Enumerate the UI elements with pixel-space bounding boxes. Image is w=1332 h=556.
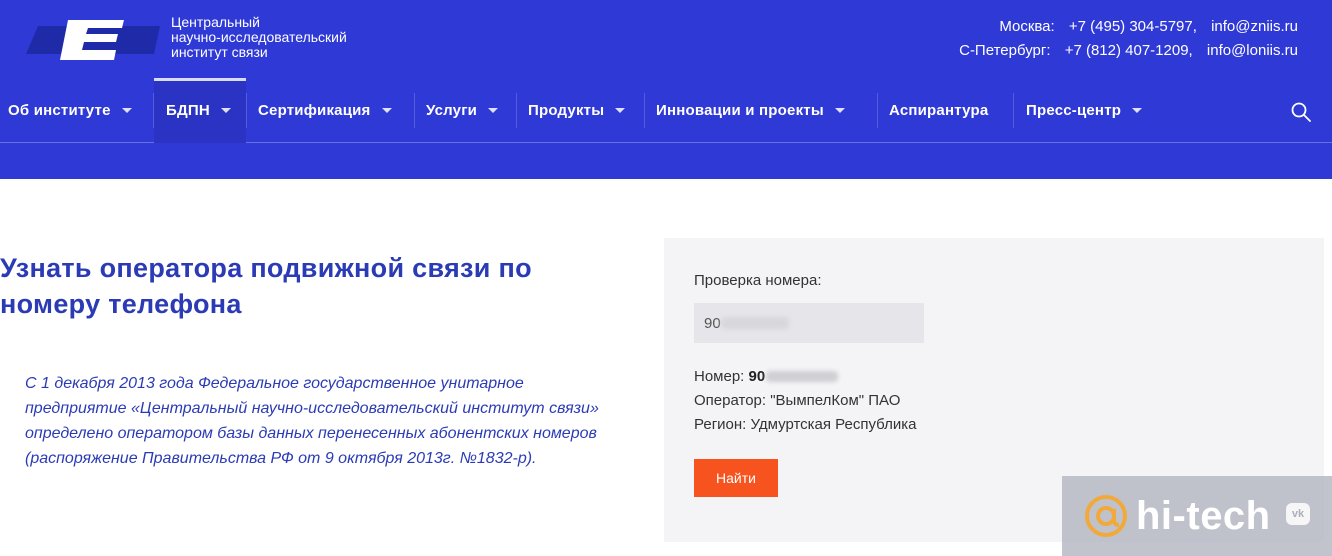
contact-phone[interactable]: +7 (495) 304-5797, [1069, 18, 1197, 35]
vk-icon: vk [1286, 503, 1310, 525]
nav-item-press-center[interactable]: Пресс-центр [1026, 78, 1143, 143]
hi-tech-watermark: hi-tech vk [1062, 476, 1332, 556]
nav-item-label: Аспирантура [889, 102, 989, 119]
page-title-line: Узнать оператора подвижной связи по [0, 253, 532, 283]
intro-line: С 1 декабря 2013 года Федеральное госуда… [25, 375, 524, 392]
result-number-value: 90 [748, 368, 766, 385]
result-operator: Оператор: "ВымпелКом" ПАО [694, 389, 916, 413]
intro-text: С 1 декабря 2013 года Федеральное госуда… [25, 371, 635, 471]
nav-divider [644, 93, 645, 128]
logo-line: Центральный [171, 14, 260, 30]
chevron-down-icon [1132, 108, 1143, 113]
page-title-line: номеру телефона [0, 289, 242, 319]
site-header: Центральный научно-исследовательский инс… [0, 0, 1332, 179]
chevron-down-icon [488, 108, 499, 113]
page-title: Узнать оператора подвижной связи по номе… [0, 250, 650, 322]
check-label: Проверка номера: [694, 272, 822, 289]
logo-line: научно-исследовательский [171, 29, 347, 45]
nav-item-about[interactable]: Об институте [8, 78, 132, 143]
redacted-digits [766, 371, 839, 382]
nav-divider [877, 93, 878, 128]
nav-item-label: БДПН [166, 102, 210, 119]
nav-divider [516, 93, 517, 128]
chevron-down-icon [834, 108, 845, 113]
find-button[interactable]: Найти [694, 459, 778, 497]
at-sign-icon [1085, 495, 1127, 537]
check-result: Номер: 90 Оператор: "ВымпелКом" ПАО Реги… [694, 365, 916, 437]
intro-line: (распоряжение Правительства РФ от 9 октя… [25, 450, 537, 467]
nav-divider [246, 93, 247, 128]
contact-email[interactable]: info@zniis.ru [1211, 18, 1298, 35]
contact-spb: С-Петербург: +7 (812) 407-1209, info@lon… [959, 39, 1298, 63]
watermark-text: hi-tech [1136, 493, 1271, 538]
intro-line: определено оператором базы данных перене… [25, 425, 597, 442]
nav-item-label: Об институте [8, 102, 111, 119]
chevron-down-icon [220, 108, 231, 113]
nav-item-label: Продукты [528, 102, 605, 119]
logo-text[interactable]: Центральный научно-исследовательский инс… [171, 15, 347, 60]
nav-item-certification[interactable]: Сертификация [258, 78, 392, 143]
chevron-down-icon [381, 108, 392, 113]
chevron-down-icon [615, 108, 626, 113]
nav-item-label: Пресс-центр [1026, 102, 1122, 119]
nav-divider [414, 93, 415, 128]
nav-item-bdpn[interactable]: БДПН [154, 78, 246, 143]
redacted-digits [721, 317, 789, 329]
intro-line: предприятие «Центральный научно-исследов… [25, 400, 599, 417]
nav-item-label: Услуги [426, 102, 478, 119]
nav-item-innovations[interactable]: Инновации и проекты [656, 78, 845, 143]
result-number-label: Номер: [694, 368, 745, 385]
nav-item-services[interactable]: Услуги [426, 78, 499, 143]
result-number: Номер: 90 [694, 365, 916, 389]
result-operator-label: Оператор: [694, 392, 767, 409]
result-operator-value: "ВымпелКом" ПАО [770, 392, 901, 409]
nav-item-label: Инновации и проекты [656, 102, 824, 119]
chevron-down-icon [121, 108, 132, 113]
nav-item-label: Сертификация [258, 102, 371, 119]
search-icon[interactable] [1290, 101, 1312, 123]
nav-item-products[interactable]: Продукты [528, 78, 626, 143]
nav-divider [1013, 93, 1014, 128]
zniis-logo-icon[interactable] [24, 18, 164, 62]
contact-moscow: Москва: +7 (495) 304-5797, info@zniis.ru [959, 15, 1298, 39]
result-region: Регион: Удмуртская Республика [694, 413, 916, 437]
contact-city: С-Петербург: [959, 42, 1051, 59]
nav-item-postgraduate[interactable]: Аспирантура [889, 78, 988, 143]
contact-email[interactable]: info@loniis.ru [1207, 42, 1298, 59]
result-region-value: Удмуртская Республика [750, 416, 917, 433]
contact-city: Москва: [999, 18, 1055, 35]
result-region-label: Регион: [694, 416, 747, 433]
contact-phone[interactable]: +7 (812) 407-1209, [1065, 42, 1193, 59]
main-nav: Об институте БДПН Сертификация Услуги Пр… [0, 78, 1332, 143]
logo-line: институт связи [171, 44, 268, 60]
contacts: Москва: +7 (495) 304-5797, info@zniis.ru… [959, 15, 1298, 63]
